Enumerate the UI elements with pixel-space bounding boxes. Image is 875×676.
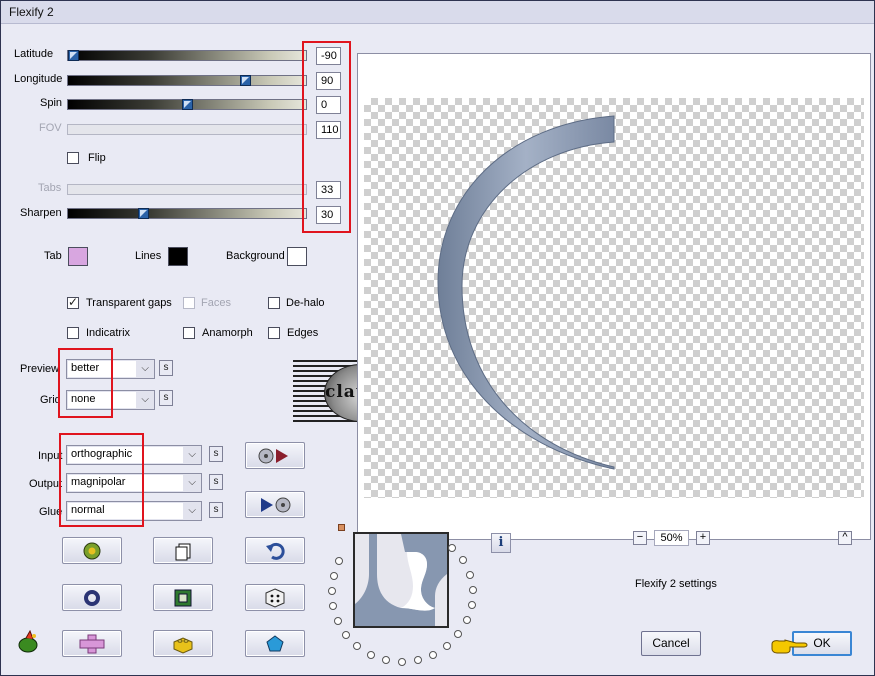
cross-icon — [79, 634, 105, 653]
cancel-button[interactable]: Cancel — [641, 631, 701, 656]
chevron-down-icon: ⌵ — [141, 363, 149, 374]
highlight-box-values — [302, 41, 351, 233]
randomize-button[interactable] — [62, 537, 122, 564]
brick-button[interactable] — [153, 630, 213, 657]
faces-label: Faces — [201, 297, 231, 309]
de-halo-checkbox[interactable] — [268, 297, 280, 309]
glue-save-button[interactable]: s — [209, 502, 223, 518]
dice-button[interactable] — [245, 584, 305, 611]
lines-color-label: Lines — [135, 250, 162, 262]
background-color-swatch[interactable] — [287, 247, 307, 266]
anamorph-label: Anamorph — [202, 327, 253, 339]
undo-icon — [266, 542, 285, 560]
spin-slider-thumb[interactable] — [182, 99, 193, 110]
anamorph-checkbox[interactable] — [183, 327, 195, 339]
indicatrix-checkbox[interactable] — [67, 327, 79, 339]
highlight-box-preview-grid — [58, 348, 113, 418]
sharpen-label: Sharpen — [20, 207, 62, 219]
preview-save-button[interactable]: s — [159, 360, 173, 376]
play-disc-icon — [261, 497, 291, 512]
disc-play-icon — [258, 448, 288, 463]
info-button[interactable]: i — [491, 533, 511, 553]
flexified-shape-preview — [437, 115, 615, 470]
preview-label: Preview — [20, 363, 60, 375]
cross-button[interactable] — [62, 630, 122, 657]
chevron-down-icon: ⌵ — [141, 394, 149, 405]
spin-label: Spin — [40, 97, 63, 109]
settings-name: Flexify 2 settings — [635, 578, 717, 590]
transparent-gaps-label: Transparent gaps — [86, 297, 172, 309]
flip-checkbox[interactable] — [67, 152, 79, 164]
app-logo-icon[interactable] — [16, 629, 42, 654]
transparent-gaps-checkbox[interactable] — [67, 295, 79, 309]
window-title: Flexify 2 — [9, 5, 54, 19]
faces-checkbox[interactable] — [183, 297, 195, 309]
input-save-button[interactable]: s — [209, 446, 223, 462]
copy-icon — [175, 543, 191, 560]
edges-checkbox[interactable] — [268, 327, 280, 339]
collapse-up-button[interactable]: ^ — [838, 531, 852, 545]
dice-icon — [265, 587, 285, 608]
de-halo-label: De-halo — [286, 297, 325, 309]
navigator-shape — [355, 534, 447, 626]
chevron-down-icon: ⌵ — [188, 477, 196, 488]
grid-save-button[interactable]: s — [159, 390, 173, 406]
zoom-level: 50% — [654, 530, 689, 546]
output-label: Output — [29, 478, 63, 490]
lines-color-swatch[interactable] — [168, 247, 188, 266]
title-bar: Flexify 2 — [1, 1, 874, 24]
latitude-slider-thumb[interactable] — [68, 50, 79, 61]
sharpen-slider[interactable] — [67, 208, 307, 219]
tabs-label: Tabs — [38, 182, 62, 194]
background-color-label: Background — [226, 250, 285, 262]
navigator-handle[interactable] — [338, 524, 345, 531]
longitude-slider-thumb[interactable] — [240, 75, 251, 86]
fov-label: FOV — [39, 122, 62, 134]
preview-canvas[interactable] — [357, 53, 871, 540]
brick-icon — [173, 636, 193, 654]
undo-button[interactable] — [245, 537, 305, 564]
pointing-hand-icon — [770, 638, 808, 654]
output-save-button[interactable]: s — [209, 474, 223, 490]
flip-label: Flip — [88, 152, 106, 164]
indicatrix-label: Indicatrix — [86, 327, 131, 339]
latitude-label: Latitude — [14, 48, 54, 60]
navigator-thumbnail[interactable] — [353, 532, 449, 628]
dialog-body: Latitude -90 Longitude 90 Spin 0 FOV 110… — [4, 24, 871, 672]
spin-slider[interactable] — [67, 99, 307, 110]
forward-animate-button[interactable] — [245, 442, 305, 469]
chevron-down-icon: ⌵ — [188, 449, 196, 460]
zoom-out-button[interactable]: − — [633, 531, 647, 545]
frame-button[interactable] — [153, 584, 213, 611]
zoom-in-button[interactable]: + — [696, 531, 710, 545]
pentagon-button[interactable] — [245, 630, 305, 657]
copy-button[interactable] — [153, 537, 213, 564]
edges-label: Edges — [287, 327, 319, 339]
longitude-slider[interactable] — [67, 75, 307, 86]
frame-icon — [174, 589, 192, 606]
flexify-dialog: Flexify 2 Latitude -90 Longitude 90 Spin… — [0, 0, 875, 676]
fov-slider[interactable] — [67, 124, 307, 135]
sharpen-slider-thumb[interactable] — [138, 208, 149, 219]
dice-gear-icon — [83, 542, 101, 559]
ring-button[interactable] — [62, 584, 122, 611]
ring-icon — [84, 589, 100, 606]
chevron-down-icon: ⌵ — [188, 505, 196, 516]
tabs-slider[interactable] — [67, 184, 307, 195]
tab-color-swatch[interactable] — [68, 247, 88, 266]
longitude-label: Longitude — [14, 73, 63, 85]
latitude-slider[interactable] — [67, 50, 307, 61]
tab-color-label: Tab — [44, 250, 62, 262]
highlight-box-projection — [59, 433, 144, 527]
reverse-animate-button[interactable] — [245, 491, 305, 518]
pentagon-icon — [266, 634, 284, 651]
